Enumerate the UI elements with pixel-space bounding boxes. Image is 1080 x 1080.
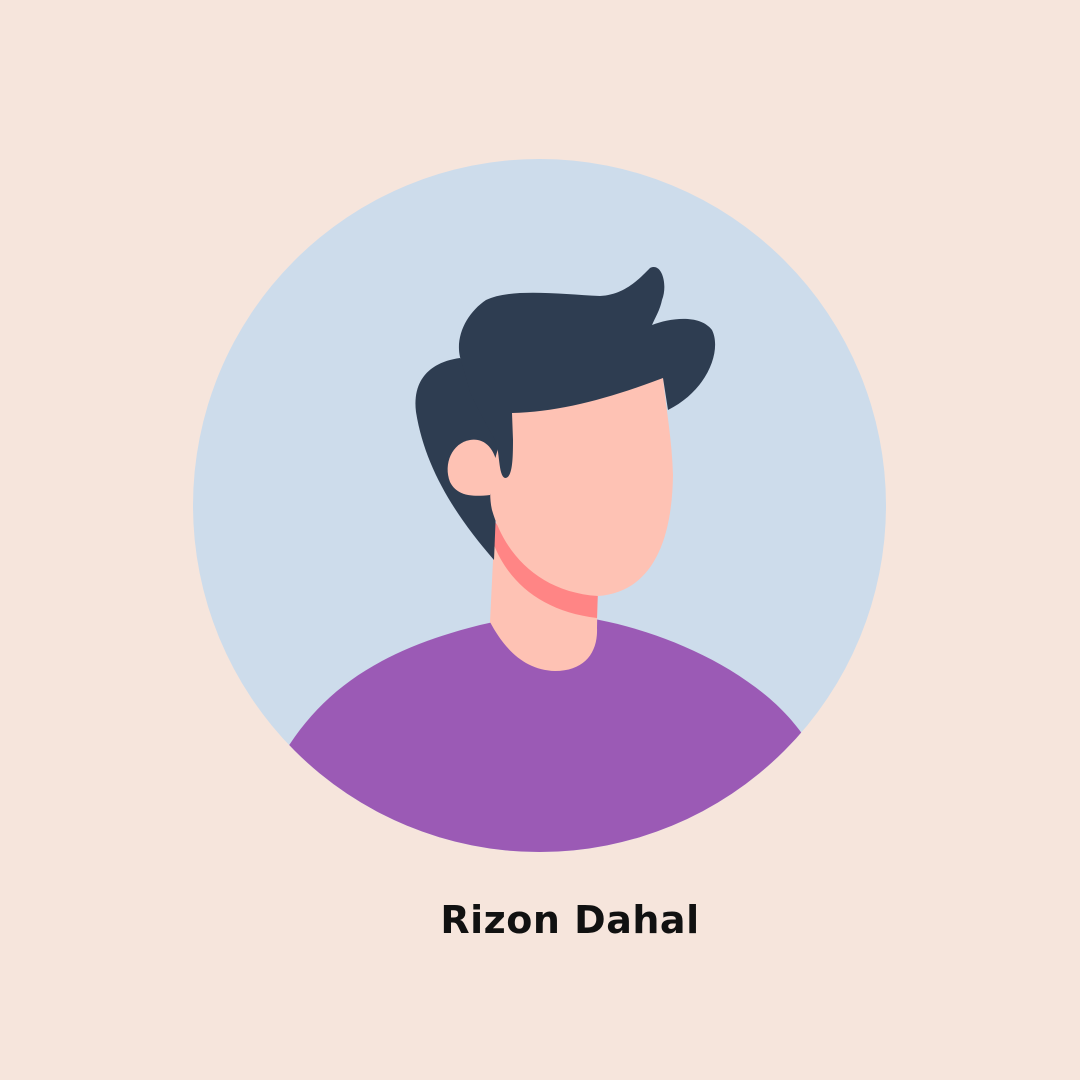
profile-card: Rizon Dahal: [0, 0, 1080, 1080]
profile-name: Rizon Dahal: [440, 898, 700, 942]
avatar: [193, 159, 886, 852]
avatar-illustration: [193, 159, 886, 852]
